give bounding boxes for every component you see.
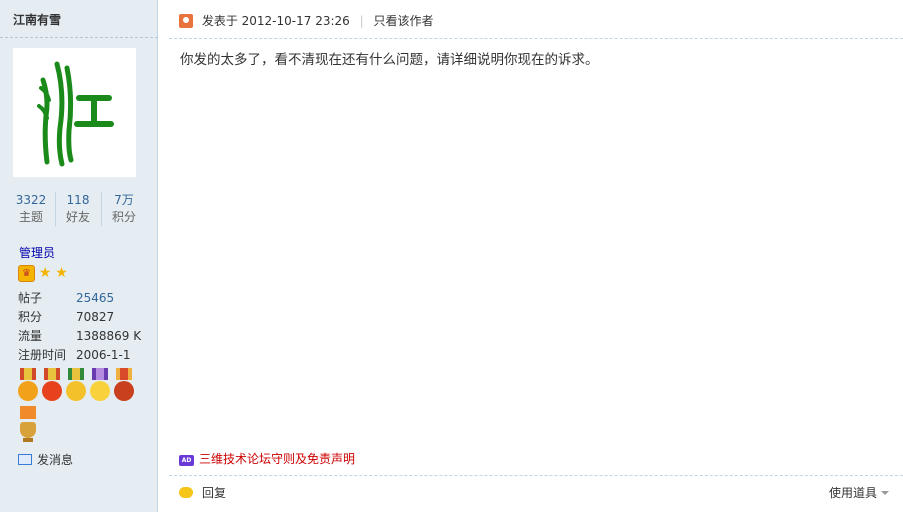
info-key: 积分 — [18, 310, 43, 324]
stat-friends-label: 好友 — [65, 210, 90, 224]
stat-threads-label: 主题 — [18, 210, 43, 224]
chevron-down-icon — [881, 491, 889, 495]
star-icon: ★ — [38, 265, 52, 281]
author-username[interactable]: 江南有雪 — [13, 11, 61, 28]
info-value: 2006-1-1 — [76, 348, 131, 362]
use-tools-label: 使用道具 — [828, 486, 877, 500]
forum-ad: AD 三维技术论坛守则及免责声明 — [179, 451, 355, 467]
header-separator: | — [359, 14, 364, 28]
info-key: 注册时间 — [18, 348, 67, 362]
info-row-traffic: 流量 1388869 K — [18, 327, 148, 346]
reply-icon — [179, 487, 193, 498]
send-message-label: 发消息 — [37, 453, 74, 467]
only-author-link[interactable]: 只看该作者 — [373, 14, 433, 28]
post-header-divider — [169, 38, 903, 39]
reply-button[interactable]: 回复 — [179, 485, 226, 501]
author-sidebar: 江南有雪 3322 主题 118 好友 7万 积分 管理员 ♛ ★ ★ 帖子 2… — [0, 0, 158, 512]
info-row-registered: 注册时间 2006-1-1 — [18, 346, 148, 365]
medal-icon[interactable] — [42, 368, 62, 402]
author-online-icon — [179, 14, 193, 28]
avatar[interactable] — [13, 48, 136, 177]
stat-points-label: 积分 — [111, 210, 136, 224]
info-key: 帖子 — [18, 291, 43, 305]
post-footer-divider — [169, 475, 903, 476]
info-key: 流量 — [18, 329, 43, 343]
reply-label: 回复 — [202, 486, 227, 500]
send-message-link[interactable]: 发消息 — [18, 451, 73, 468]
medal-icon[interactable] — [90, 368, 110, 402]
medal-icon[interactable] — [66, 368, 86, 402]
stat-friends-value[interactable]: 118 — [56, 192, 100, 208]
post-header: 发表于 2012-10-17 23:26 | 只看该作者 — [179, 12, 434, 30]
author-stats: 3322 主题 118 好友 7万 积分 — [9, 192, 139, 228]
info-value-posts[interactable]: 25465 — [76, 289, 114, 308]
post-time: 发表于 2012-10-17 23:26 — [201, 14, 350, 28]
stat-threads-value[interactable]: 3322 — [9, 192, 53, 208]
use-tools-menu[interactable]: 使用道具 — [829, 485, 889, 501]
stat-points-value[interactable]: 7万 — [102, 192, 146, 208]
sidebar-divider — [0, 37, 158, 38]
medal-icon[interactable] — [114, 368, 134, 402]
stat-friends[interactable]: 118 好友 — [56, 192, 100, 226]
rank-stars: ♛ ★ ★ — [18, 265, 68, 282]
crown-icon: ♛ — [18, 265, 35, 282]
info-row-points: 积分 70827 — [18, 308, 148, 327]
info-value: 1388869 K — [76, 329, 142, 343]
stat-threads[interactable]: 3322 主题 — [9, 192, 53, 226]
post-content: 你发的太多了，看不清现在还有什么问题，请详细说明你现在的诉求。 — [180, 52, 599, 68]
ad-badge-icon: AD — [179, 455, 194, 466]
star-icon: ★ — [55, 265, 68, 281]
post-main: 发表于 2012-10-17 23:26 | 只看该作者 你发的太多了，看不清现… — [159, 0, 903, 512]
envelope-icon — [18, 454, 32, 465]
forum-rules-link[interactable]: 三维技术论坛守则及免责声明 — [199, 452, 355, 466]
author-info: 帖子 25465 积分 70827 流量 1388869 K 注册时间 2006… — [18, 289, 148, 365]
stat-points[interactable]: 7万 积分 — [102, 192, 146, 226]
info-value: 70827 — [76, 310, 115, 324]
info-row-posts: 帖子 25465 — [18, 289, 148, 308]
avatar-seal-icon — [37, 61, 114, 167]
trophy-icon[interactable] — [18, 406, 38, 444]
medal-icon[interactable] — [18, 368, 38, 402]
user-group-link[interactable]: 管理员 — [19, 244, 55, 261]
